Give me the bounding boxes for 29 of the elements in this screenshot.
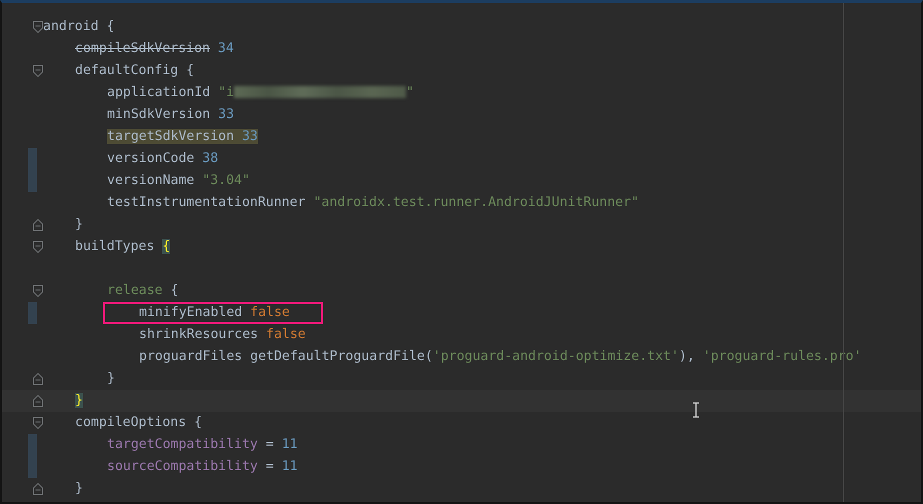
code-line: } (107, 371, 115, 386)
text-cursor-icon (692, 402, 700, 418)
code-line: versionCode 38 (107, 151, 218, 166)
fold-icon[interactable] (33, 285, 43, 297)
code-line: } (75, 217, 83, 232)
fold-icon[interactable] (33, 483, 43, 495)
code-line: testInstrumentationRunner "androidx.test.runner.AndroidJUnitRunner" (107, 195, 639, 210)
code-line: } (75, 481, 83, 496)
code-line: targetCompatibility = 11 (107, 437, 298, 452)
code-line: minSdkVersion 33 (107, 107, 234, 122)
code-line: applicationId "i " (107, 85, 414, 100)
code-line: minifyEnabled false (139, 305, 290, 320)
code-line: compileSdkVersion 34 (75, 41, 234, 56)
fold-icon[interactable] (33, 373, 43, 385)
code-line: release { (107, 283, 178, 298)
code-line: versionName "3.04" (107, 173, 250, 188)
code-line: sourceCompatibility = 11 (107, 459, 298, 474)
fold-icon[interactable] (33, 65, 43, 77)
code-line: compileOptions { (75, 415, 202, 430)
code-line: proguardFiles getDefaultProguardFile('proguard-android-optimize.txt'), 'proguard-rules.pro' (139, 349, 862, 364)
fold-icon[interactable] (33, 395, 43, 407)
code-line: android { (43, 19, 114, 34)
fold-icon[interactable] (33, 241, 43, 253)
code-line: defaultConfig { (75, 63, 194, 78)
code-line: buildTypes { (75, 239, 170, 254)
fold-icon[interactable] (33, 417, 43, 429)
code-line: shrinkResources false (139, 327, 306, 342)
fold-icon[interactable] (33, 219, 43, 231)
fold-icon[interactable] (33, 21, 43, 33)
